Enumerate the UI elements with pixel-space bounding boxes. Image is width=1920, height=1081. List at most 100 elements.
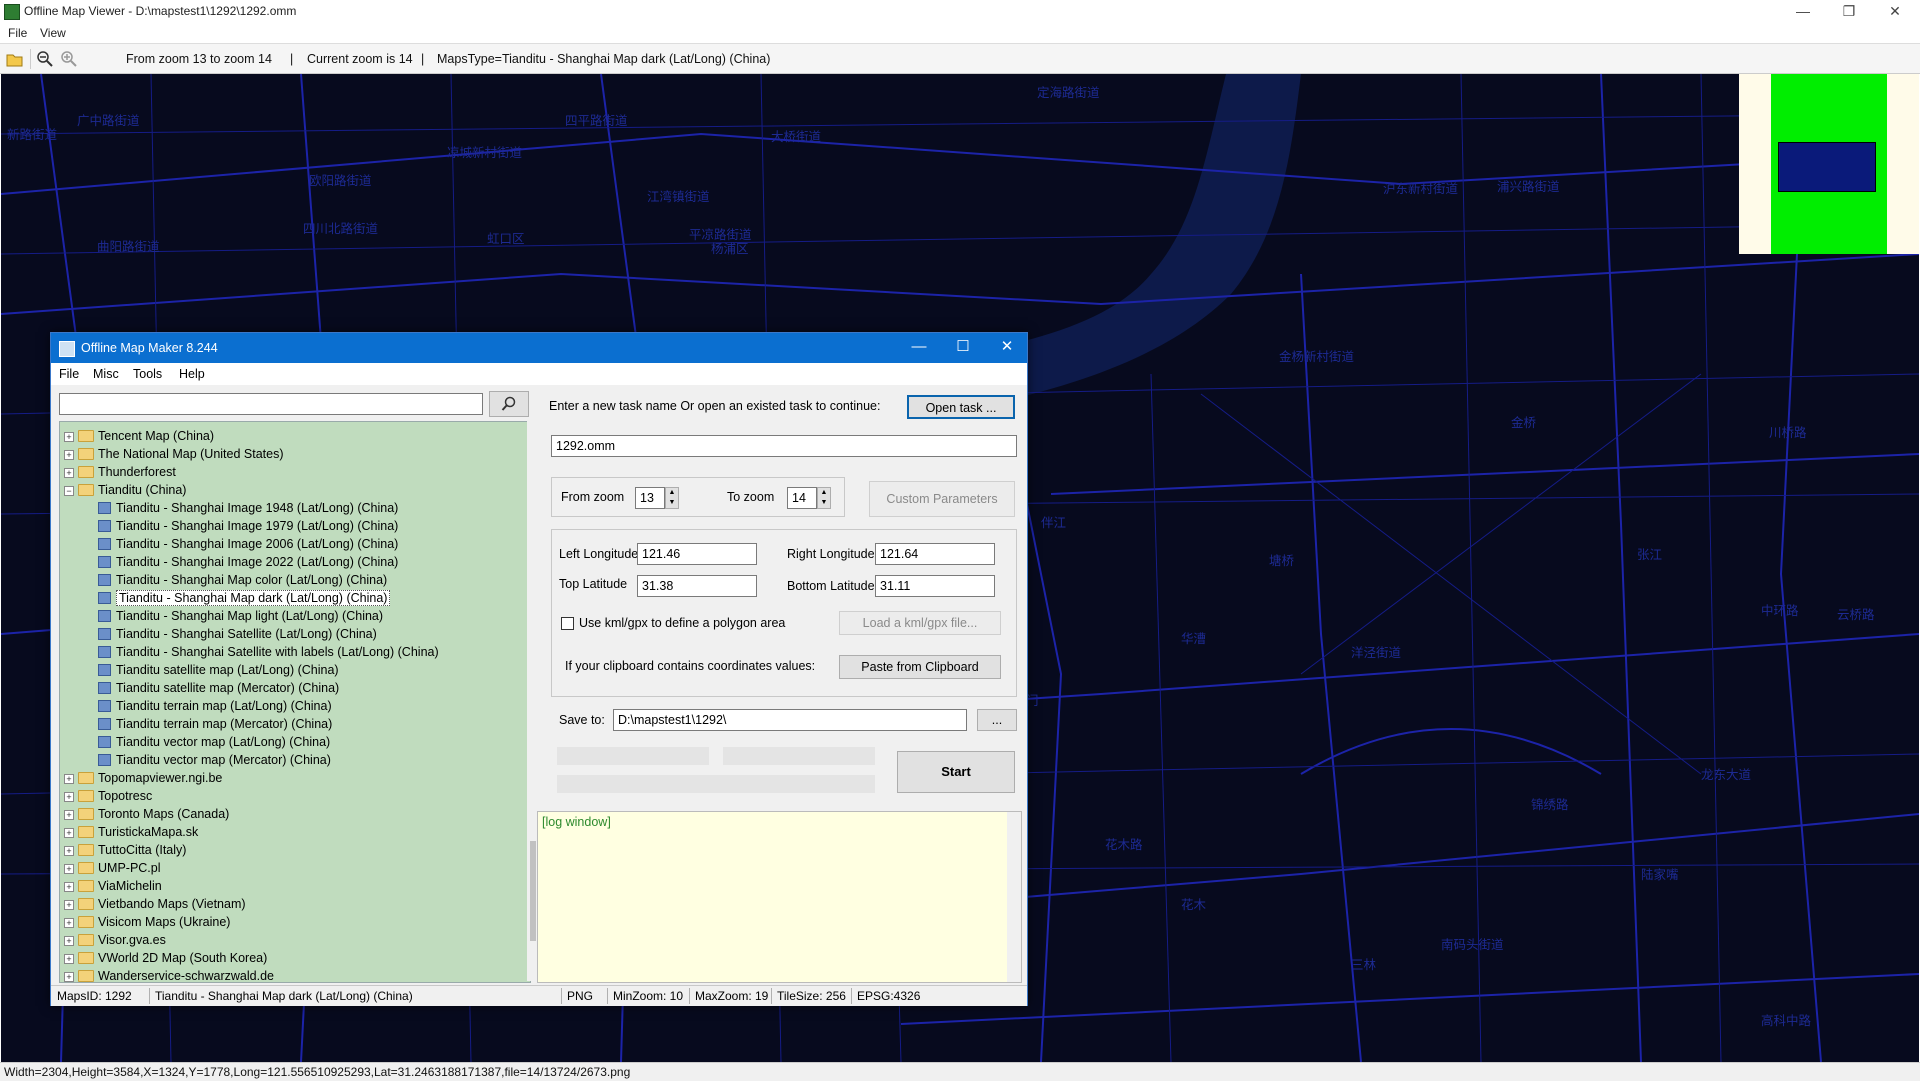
maximize-icon[interactable]: ☐ [941,337,985,357]
expand-icon[interactable]: + [64,792,74,802]
search-input[interactable] [59,393,483,415]
tree-item-label: Tianditu - Shanghai Satellite with label… [116,645,439,659]
tree-map-item[interactable]: Tianditu - Shanghai Map color (Lat/Long)… [60,572,530,590]
tree-folder-item[interactable]: + Tencent Map (China) [60,428,530,446]
tree-folder-item[interactable]: + ViaMichelin [60,878,530,896]
map-label: 陆家嘴 [1641,868,1679,882]
tree-folder-item[interactable]: + TuttoCitta (Italy) [60,842,530,860]
load-kml-button[interactable]: Load a kml/gpx file... [839,611,1001,635]
tree-item-label: Tianditu - Shanghai Image 1979 (Lat/Long… [116,519,399,533]
left-longitude-input[interactable] [637,543,757,565]
browse-button[interactable]: ... [977,709,1017,731]
tree-folder-item[interactable]: + Wanderservice-schwarzwald.de [60,968,530,983]
log-scrollbar[interactable] [1007,812,1021,982]
tree-map-item[interactable]: Tianditu - Shanghai Image 2022 (Lat/Long… [60,554,530,572]
close-icon[interactable]: ✕ [1872,2,1918,22]
zoom-in-icon[interactable] [60,50,78,68]
tree-item-label: Tianditu - Shanghai Image 1948 (Lat/Long… [116,501,399,515]
close-icon[interactable]: ✕ [985,337,1029,357]
tree-folder-item[interactable]: + Visicom Maps (Ukraine) [60,914,530,932]
expand-icon[interactable]: + [64,972,74,982]
tree-folder-item[interactable]: + The National Map (United States) [60,446,530,464]
open-task-button[interactable]: Open task ... [907,395,1015,419]
dialog-title-bar: Offline Map Maker 8.244 — ☐ ✕ [51,333,1027,363]
start-button[interactable]: Start [897,751,1015,793]
expand-icon[interactable]: + [64,450,74,460]
to-zoom-stepper[interactable]: ▲ ▼ [817,487,831,509]
tree-folder-item[interactable]: + TuristickaMapa.sk [60,824,530,842]
map-label: 花木路 [1105,838,1143,852]
tree-map-item[interactable]: Tianditu - Shanghai Image 1979 (Lat/Long… [60,518,530,536]
custom-parameters-button[interactable]: Custom Parameters [869,481,1015,517]
minimize-icon[interactable]: — [897,337,941,357]
menu-view[interactable]: View [40,26,66,40]
tree-map-item[interactable]: Tianditu terrain map (Lat/Long) (China) [60,698,530,716]
expand-icon[interactable]: + [64,810,74,820]
tree-folder-item[interactable]: + Topotresc [60,788,530,806]
tree-folder-item[interactable]: + Toronto Maps (Canada) [60,806,530,824]
save-to-input[interactable] [613,709,967,731]
zoom-out-icon[interactable] [36,50,54,68]
tree-map-item[interactable]: Tianditu - Shanghai Satellite with label… [60,644,530,662]
expand-icon[interactable]: + [64,846,74,856]
expand-icon[interactable]: + [64,918,74,928]
menu-file[interactable]: File [59,367,79,381]
paste-clipboard-button[interactable]: Paste from Clipboard [839,655,1001,679]
from-zoom-input[interactable] [635,487,665,509]
bottom-latitude-input[interactable] [875,575,995,597]
tree-folder-item[interactable]: + Thunderforest [60,464,530,482]
kml-checkbox[interactable] [561,617,574,630]
minimap-viewport[interactable] [1778,142,1876,192]
search-button[interactable] [489,391,529,417]
tree-folder-item[interactable]: + Vietbando Maps (Vietnam) [60,896,530,914]
tree-folder-item[interactable]: + Topomapviewer.ngi.be [60,770,530,788]
tree-folder-item[interactable]: + UMP-PC.pl [60,860,530,878]
app-icon [4,4,20,20]
menu-tools[interactable]: Tools [133,367,162,381]
tree-map-item[interactable]: Tianditu - Shanghai Image 1948 (Lat/Long… [60,500,530,518]
expand-icon[interactable]: + [64,468,74,478]
menu-file[interactable]: File [8,26,27,40]
tree-map-item[interactable]: Tianditu satellite map (Mercator) (China… [60,680,530,698]
log-window[interactable]: [log window] [537,811,1022,983]
tree-item-label: Wanderservice-schwarzwald.de [98,969,274,983]
expand-icon[interactable]: + [64,432,74,442]
minimize-icon[interactable]: — [1780,2,1826,22]
menu-help[interactable]: Help [179,367,205,381]
expand-icon[interactable]: + [64,864,74,874]
menu-misc[interactable]: Misc [93,367,119,381]
task-name-input[interactable] [551,435,1017,457]
tree-item-label: ViaMichelin [98,879,162,893]
overview-minimap[interactable] [1739,74,1919,254]
tree-folder-item[interactable]: + VWorld 2D Map (South Korea) [60,950,530,968]
tree-map-item[interactable]: Tianditu - Shanghai Image 2006 (Lat/Long… [60,536,530,554]
tree-item-label: TuristickaMapa.sk [98,825,199,839]
expand-icon[interactable]: + [64,828,74,838]
collapse-icon[interactable]: − [64,486,74,496]
save-to-label: Save to: [559,713,605,727]
expand-icon[interactable]: + [64,936,74,946]
tree-map-item[interactable]: Tianditu terrain map (Mercator) (China) [60,716,530,734]
expand-icon[interactable]: + [64,954,74,964]
open-folder-icon[interactable] [6,50,24,68]
tree-item-label: Visor.gva.es [98,933,166,947]
tree-map-item[interactable]: Tianditu vector map (Lat/Long) (China) [60,734,530,752]
restore-icon[interactable]: ❐ [1826,2,1872,22]
map-source-tree[interactable]: + Tencent Map (China) + The National Map (U… [59,421,531,983]
expand-icon[interactable]: + [64,774,74,784]
tree-map-item[interactable]: Tianditu - Shanghai Map dark (Lat/Long) … [60,590,530,608]
from-zoom-stepper[interactable]: ▲ ▼ [665,487,679,509]
tree-map-item[interactable]: Tianditu satellite map (Lat/Long) (China… [60,662,530,680]
tree-map-item[interactable]: Tianditu - Shanghai Satellite (Lat/Long)… [60,626,530,644]
tree-folder-item[interactable]: + Visor.gva.es [60,932,530,950]
tree-map-item[interactable]: Tianditu vector map (Mercator) (China) [60,752,530,770]
top-latitude-input[interactable] [637,575,757,597]
map-icon [98,646,111,658]
expand-icon[interactable]: + [64,900,74,910]
tree-folder-item[interactable]: − Tianditu (China) [60,482,530,500]
right-longitude-input[interactable] [875,543,995,565]
expand-icon[interactable]: + [64,882,74,892]
to-zoom-input[interactable] [787,487,817,509]
tree-map-item[interactable]: Tianditu - Shanghai Map light (Lat/Long)… [60,608,530,626]
tree-item-label: The National Map (United States) [98,447,284,461]
